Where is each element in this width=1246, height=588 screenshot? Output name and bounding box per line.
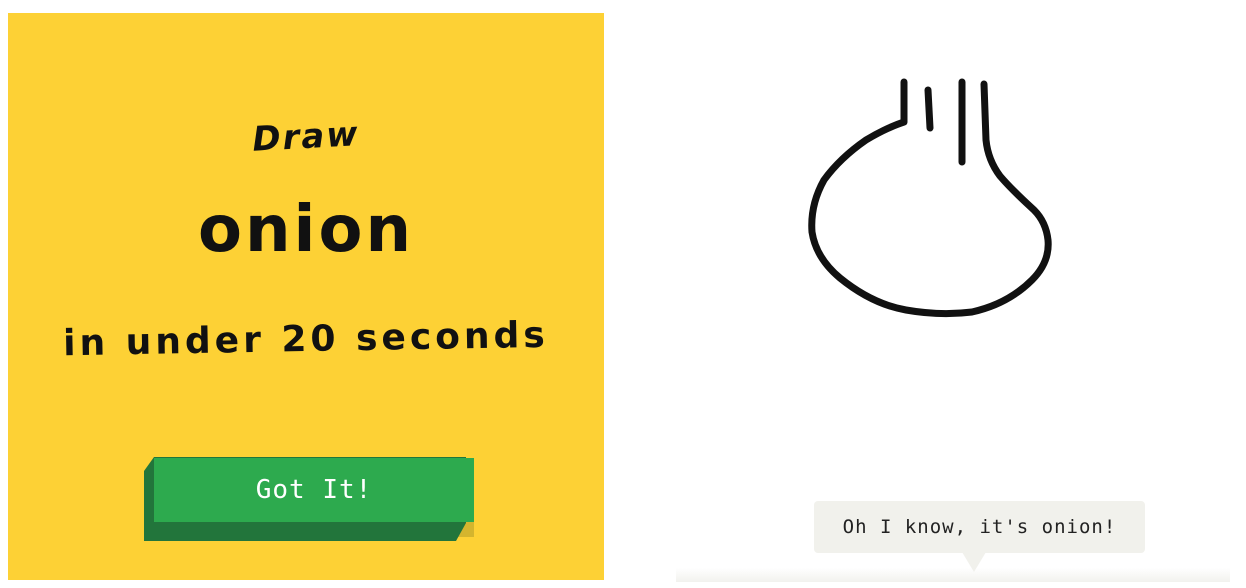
quickdraw-screen: Draw onion in under 20 seconds Got It! O… — [0, 0, 1246, 588]
ai-guess-text: Oh I know, it's onion! — [842, 516, 1117, 538]
drawing-canvas[interactable] — [610, 0, 1246, 588]
prompt-time-limit: in under 20 seconds — [62, 314, 550, 365]
bottom-fade — [676, 568, 1230, 582]
onion-stem-stroke-1 — [924, 86, 934, 132]
got-it-button[interactable]: Got It! — [154, 458, 474, 522]
ai-guess-bubble: Oh I know, it's onion! — [814, 501, 1145, 553]
prompt-card: Draw onion in under 20 seconds Got It! — [8, 13, 604, 580]
prompt-draw-label: Draw — [251, 114, 361, 160]
prompt-word: onion — [198, 193, 414, 267]
got-it-button-wrapper: Got It! — [144, 445, 484, 555]
onion-drawing — [808, 78, 1052, 318]
